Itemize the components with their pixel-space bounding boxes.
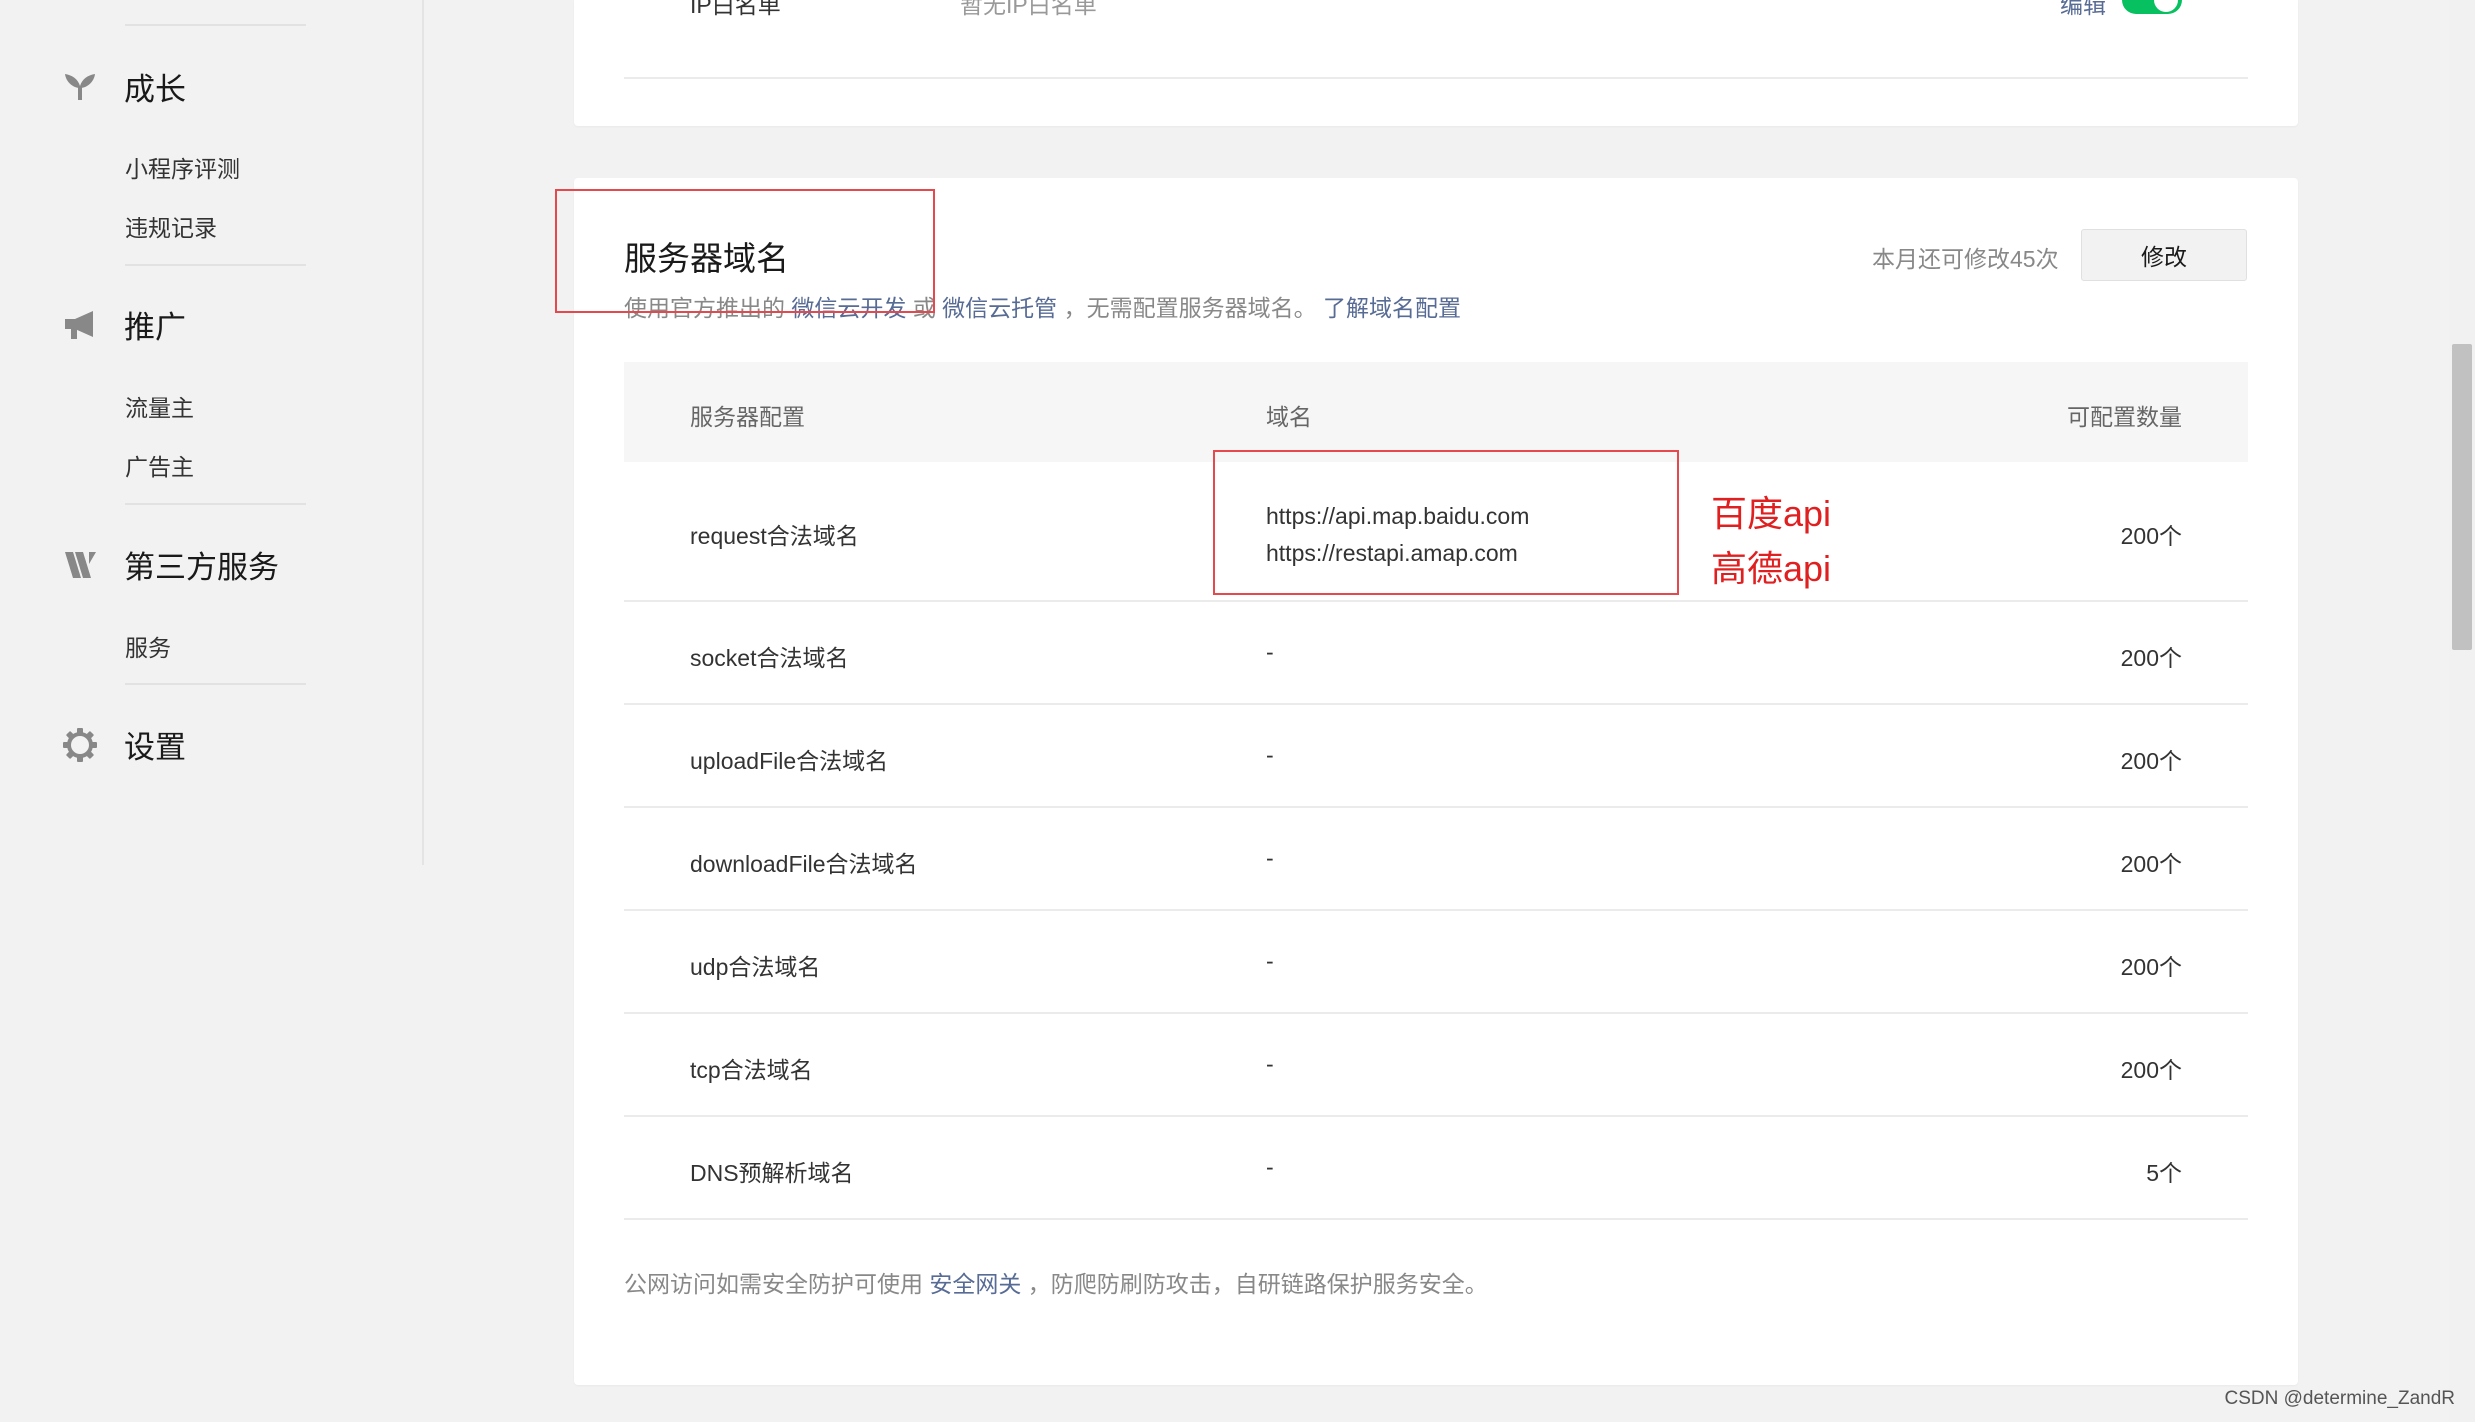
sprout-icon (62, 69, 98, 105)
modify-quota-text: 本月还可修改45次 (1872, 246, 2059, 272)
gear-icon (62, 727, 98, 763)
ip-whitelist-card (574, 0, 2298, 126)
row-domain: - (1266, 845, 1274, 871)
page-scrollbar[interactable] (2449, 0, 2475, 1422)
annotation-label-baidu: 百度api (1711, 493, 1832, 534)
scrollbar-thumb[interactable] (2452, 344, 2472, 650)
row-config: request合法域名 (690, 523, 859, 549)
table-row: tcp合法域名 - 200个 (624, 1014, 2248, 1117)
row-count: 200个 (2120, 645, 2182, 671)
sidebar-group-third-party[interactable]: 第三方服务 (62, 542, 279, 587)
sidebar-group-title: 推广 (124, 310, 186, 345)
row-count: 200个 (2120, 954, 2182, 980)
watermark: CSDN @determine_ZandR (2224, 1388, 2456, 1409)
sidebar-group-title: 设置 (124, 730, 186, 765)
header-count: 可配置数量 (2067, 404, 2182, 430)
row-count: 200个 (2120, 748, 2182, 774)
sidebar-item-service[interactable]: 服务 (125, 629, 171, 663)
sidebar-item-review[interactable]: 小程序评测 (125, 150, 240, 184)
ip-whitelist-label: IP白名单 (690, 0, 781, 18)
row-config: socket合法域名 (690, 645, 849, 671)
sidebar-group-title: 成长 (124, 72, 186, 107)
annotation-label-amap: 高德api (1711, 548, 1832, 589)
row-config: udp合法域名 (690, 954, 821, 980)
table-row: downloadFile合法域名 - 200个 (624, 808, 2248, 911)
row-domain: - (1266, 639, 1274, 665)
security-gateway-note: 公网访问如需安全防护可使用 安全网关 ，防爬防刷防攻击，自研链路保护服务安全。 (624, 1265, 1488, 1299)
row-count: 200个 (2120, 1057, 2182, 1083)
row-config: DNS预解析域名 (690, 1160, 854, 1186)
sidebar-divider (125, 683, 306, 685)
sidebar-group-settings[interactable]: 设置 (62, 722, 186, 767)
table-row: uploadFile合法域名 - 200个 (624, 705, 2248, 808)
row-config: uploadFile合法域名 (690, 748, 889, 774)
divider (624, 77, 2248, 79)
sidebar-divider (125, 503, 306, 505)
table-row: DNS预解析域名 - 5个 (624, 1117, 2248, 1220)
sidebar-group-promotion[interactable]: 推广 (62, 302, 186, 347)
row-domain: - (1266, 742, 1274, 768)
ip-whitelist-toggle[interactable] (2122, 0, 2182, 14)
table-row: udp合法域名 - 200个 (624, 911, 2248, 1014)
sidebar-item-violations[interactable]: 违规记录 (125, 209, 217, 243)
sidebar-group-growth[interactable]: 成长 (62, 64, 186, 109)
row-domain: - (1266, 948, 1274, 974)
row-config: downloadFile合法域名 (690, 851, 918, 877)
desc-text: ，无需配置服务器域名。 (1063, 295, 1317, 321)
row-domain: - (1266, 1051, 1274, 1077)
header-server-config: 服务器配置 (690, 404, 805, 430)
modify-button[interactable]: 修改 (2081, 229, 2247, 281)
note-text: 公网访问如需安全防护可使用 (624, 1271, 923, 1297)
sidebar-item-traffic-owner[interactable]: 流量主 (125, 389, 194, 423)
row-config: tcp合法域名 (690, 1057, 813, 1083)
annotation-box-title (555, 189, 935, 313)
ip-whitelist-value: 暂无IP白名单 (960, 0, 1097, 18)
row-count: 200个 (2120, 851, 2182, 877)
note-text: ，防爬防刷防攻击，自研链路保护服务安全。 (1027, 1271, 1488, 1297)
sidebar-item-advertiser[interactable]: 广告主 (125, 448, 194, 482)
ip-whitelist-edit-link[interactable]: 编辑 (2060, 0, 2106, 20)
table-header: 服务器配置 域名 可配置数量 (624, 362, 2248, 462)
wechat-cloud-hosting-link[interactable]: 微信云托管 (942, 295, 1057, 321)
learn-domain-config-link[interactable]: 了解域名配置 (1323, 295, 1461, 321)
sidebar-divider (125, 24, 306, 26)
header-domain: 域名 (1266, 404, 1312, 430)
third-party-icon (62, 547, 98, 583)
row-domain: - (1266, 1154, 1274, 1180)
megaphone-icon (62, 307, 98, 343)
sidebar-divider (125, 264, 306, 266)
row-count: 5个 (2146, 1160, 2182, 1186)
sidebar-group-title: 第三方服务 (124, 550, 279, 585)
table-row: socket合法域名 - 200个 (624, 602, 2248, 705)
annotation-box-domains (1213, 450, 1679, 595)
sidebar: 成长 小程序评测 违规记录 推广 流量主 广告主 第三方服务 服务 设置 (0, 0, 424, 865)
row-count: 200个 (2120, 523, 2182, 549)
security-gateway-link[interactable]: 安全网关 (929, 1271, 1021, 1297)
